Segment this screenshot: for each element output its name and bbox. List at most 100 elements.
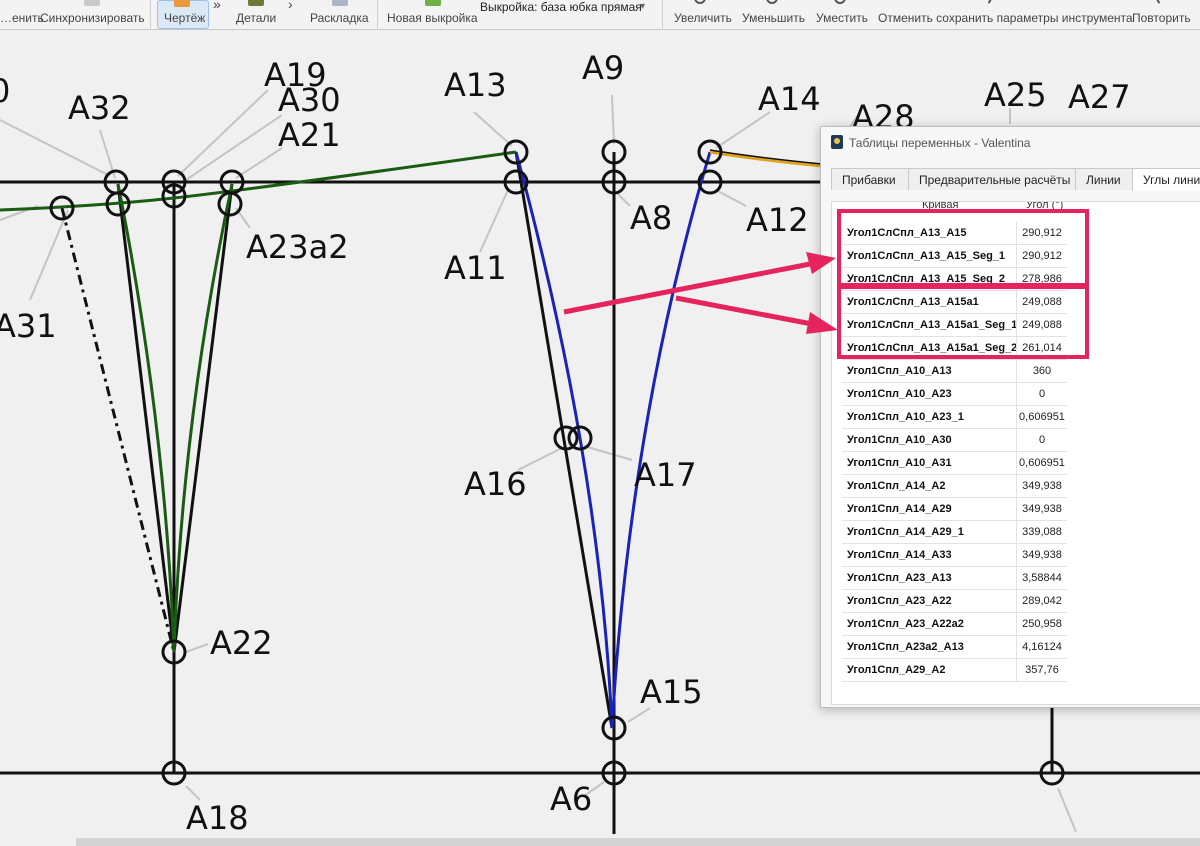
- pattern-select-label: Выкройка:: [480, 0, 538, 14]
- curve-name-cell: Угол1Спл_A29_A2: [847, 664, 946, 676]
- cancel-tool-label: Отменить сохранить параметры инструмента: [878, 11, 1133, 25]
- tab-label: Прибавки: [842, 173, 896, 187]
- curve-name-cell: Угол1Спл_A23_A13: [847, 572, 952, 584]
- details-label: Детали: [236, 11, 277, 25]
- angle-value-cell: 339,088: [1016, 521, 1067, 543]
- angle-value-cell: 349,938: [1016, 475, 1067, 497]
- table-row[interactable]: Угол1Спл_A10_A31 0,606951: [842, 452, 1067, 475]
- dialog-title-bar[interactable]: Таблицы переменных - Valentina: [821, 127, 1200, 157]
- zoom-fit-icon: [834, 0, 846, 4]
- point-label: A17: [634, 456, 697, 494]
- angle-value-cell: 349,938: [1016, 498, 1067, 520]
- green-curves: [0, 150, 517, 653]
- table-row[interactable]: Угол1Спл_A10_A23 0: [842, 383, 1067, 406]
- pattern-select[interactable]: Выкройка: база юбка прямая ▾: [480, 0, 646, 14]
- curve-name-cell: Угол1Спл_A10_A23: [847, 388, 952, 400]
- table-row[interactable]: Угол1Спл_A14_A2 349,938: [842, 475, 1067, 498]
- zoom-in-button[interactable]: Увеличить: [674, 0, 732, 30]
- curve-name-cell: Угол1Спл_A23_A22: [847, 595, 952, 607]
- point-label: A27: [1068, 78, 1131, 116]
- table-row[interactable]: Угол1Спл_A23a2_A13 4,16124: [842, 636, 1067, 659]
- point-label: A11: [444, 249, 507, 287]
- curve-name-cell: Угол1Спл_A14_A33: [847, 549, 952, 561]
- highlight-box-a15: [837, 209, 1089, 289]
- layout-button[interactable]: Раскладка: [310, 0, 370, 30]
- point-label: A9: [582, 49, 624, 87]
- point-label: A31: [0, 307, 57, 345]
- table-row[interactable]: Угол1Спл_A23_A13 3,58844: [842, 567, 1067, 590]
- angle-value-cell: 0: [1016, 383, 1067, 405]
- tab-label: Предварительные расчёты: [919, 173, 1071, 187]
- point-label: A18: [186, 799, 249, 837]
- table-row[interactable]: Угол1Спл_A10_A13 360: [842, 360, 1067, 383]
- horizontal-scrollbar[interactable]: [76, 838, 1200, 846]
- angle-value-cell: 0: [1016, 429, 1067, 451]
- sync-icon: [84, 0, 100, 6]
- point-label: A32: [68, 89, 131, 127]
- cancel-icon: [987, 0, 995, 4]
- details-icon: [248, 0, 264, 6]
- tab-label: Линии: [1086, 173, 1121, 187]
- point-label: A25: [984, 76, 1047, 114]
- table-row[interactable]: Угол1Спл_A23_A22 289,042: [842, 590, 1067, 613]
- angle-value-cell: 357,76: [1016, 659, 1067, 681]
- chevron-down-icon: ▾: [640, 1, 646, 12]
- point-label: A6: [550, 780, 592, 818]
- table-row[interactable]: Угол1Спл_A29_A2 357,76: [842, 659, 1067, 682]
- curve-outline: [709, 149, 823, 165]
- angle-value-cell: 289,042: [1016, 590, 1067, 612]
- point-label: A30: [278, 81, 341, 119]
- angle-value-cell: 0,606951: [1016, 406, 1067, 428]
- table-row[interactable]: Угол1Спл_A14_A29_1 339,088: [842, 521, 1067, 544]
- new-pattern-button[interactable]: Новая выкройка: [387, 0, 479, 30]
- angle-value-cell: 250,958: [1016, 613, 1067, 635]
- angle-value-cell: 3,58844: [1016, 567, 1067, 589]
- zoom-out-icon: [766, 0, 778, 4]
- table-row[interactable]: Угол1Спл_A14_A33 349,938: [842, 544, 1067, 567]
- tab-increments[interactable]: Прибавки: [831, 168, 909, 190]
- sync-label: Синхронизировать: [40, 11, 145, 25]
- tab-lines[interactable]: Линии: [1075, 168, 1133, 190]
- new-pattern-label: Новая выкройка: [387, 11, 478, 25]
- layout-icon: [332, 0, 348, 6]
- table-row[interactable]: Угол1Спл_A10_A23_1 0,606951: [842, 406, 1067, 429]
- point-label-partial: 0: [0, 72, 10, 110]
- curve-name-cell: Угол1Спл_A10_A31: [847, 457, 952, 469]
- zoom-in-label: Увеличить: [674, 11, 732, 25]
- valentina-app-icon: [831, 135, 843, 149]
- pattern-select-value: база юбка прямая: [540, 0, 642, 14]
- zoom-out-button[interactable]: Уменьшить: [742, 0, 806, 30]
- draft-mode-button[interactable]: Чертёж: [157, 0, 209, 29]
- sync-button[interactable]: Синхронизировать: [40, 0, 145, 30]
- apply-button[interactable]: …енить: [0, 0, 44, 30]
- zoom-out-label: Уменьшить: [742, 11, 805, 25]
- toolbar-divider: [377, 0, 378, 30]
- point-label: A14: [758, 80, 821, 118]
- repeat-button[interactable]: Повторить: [1132, 0, 1192, 30]
- details-button[interactable]: Детали: [236, 0, 280, 30]
- curve-name-cell: Угол1Спл_A23_A22a2: [847, 618, 964, 630]
- angle-value-cell: 4,16124: [1016, 636, 1067, 658]
- table-row[interactable]: Угол1Спл_A10_A30 0: [842, 429, 1067, 452]
- tab-preliminary-calculations[interactable]: Предварительные расчёты: [908, 168, 1076, 190]
- table-row[interactable]: Угол1Спл_A23_A22a2 250,958: [842, 613, 1067, 636]
- repeat-icon: [1153, 0, 1161, 4]
- cancel-tool-button[interactable]: Отменить сохранить параметры инструмента: [878, 0, 1133, 30]
- point-label: A13: [444, 66, 507, 104]
- tab-label: Углы линий: [1143, 173, 1200, 187]
- angle-value-cell: 349,938: [1016, 544, 1067, 566]
- point-label: A22: [210, 624, 273, 662]
- dialog-title: Таблицы переменных - Valentina: [849, 136, 1031, 150]
- zoom-fit-button[interactable]: Уместить: [816, 0, 868, 30]
- point-label: A15: [640, 673, 703, 711]
- draft-label: Чертёж: [164, 11, 206, 25]
- table-row[interactable]: Угол1Спл_A14_A29 349,938: [842, 498, 1067, 521]
- angle-value-cell: 0,606951: [1016, 452, 1067, 474]
- tab-line-angles[interactable]: Углы линий: [1132, 168, 1200, 191]
- angle-value-cell: 360: [1016, 360, 1067, 382]
- new-pattern-icon: [425, 0, 441, 6]
- point-label: A23a2: [246, 228, 349, 266]
- main-toolbar: …енить Синхронизировать Чертёж » Детали …: [0, 0, 1200, 30]
- curve-name-cell: Угол1Спл_A10_A23_1: [847, 411, 964, 423]
- orange-curve: [709, 150, 823, 168]
